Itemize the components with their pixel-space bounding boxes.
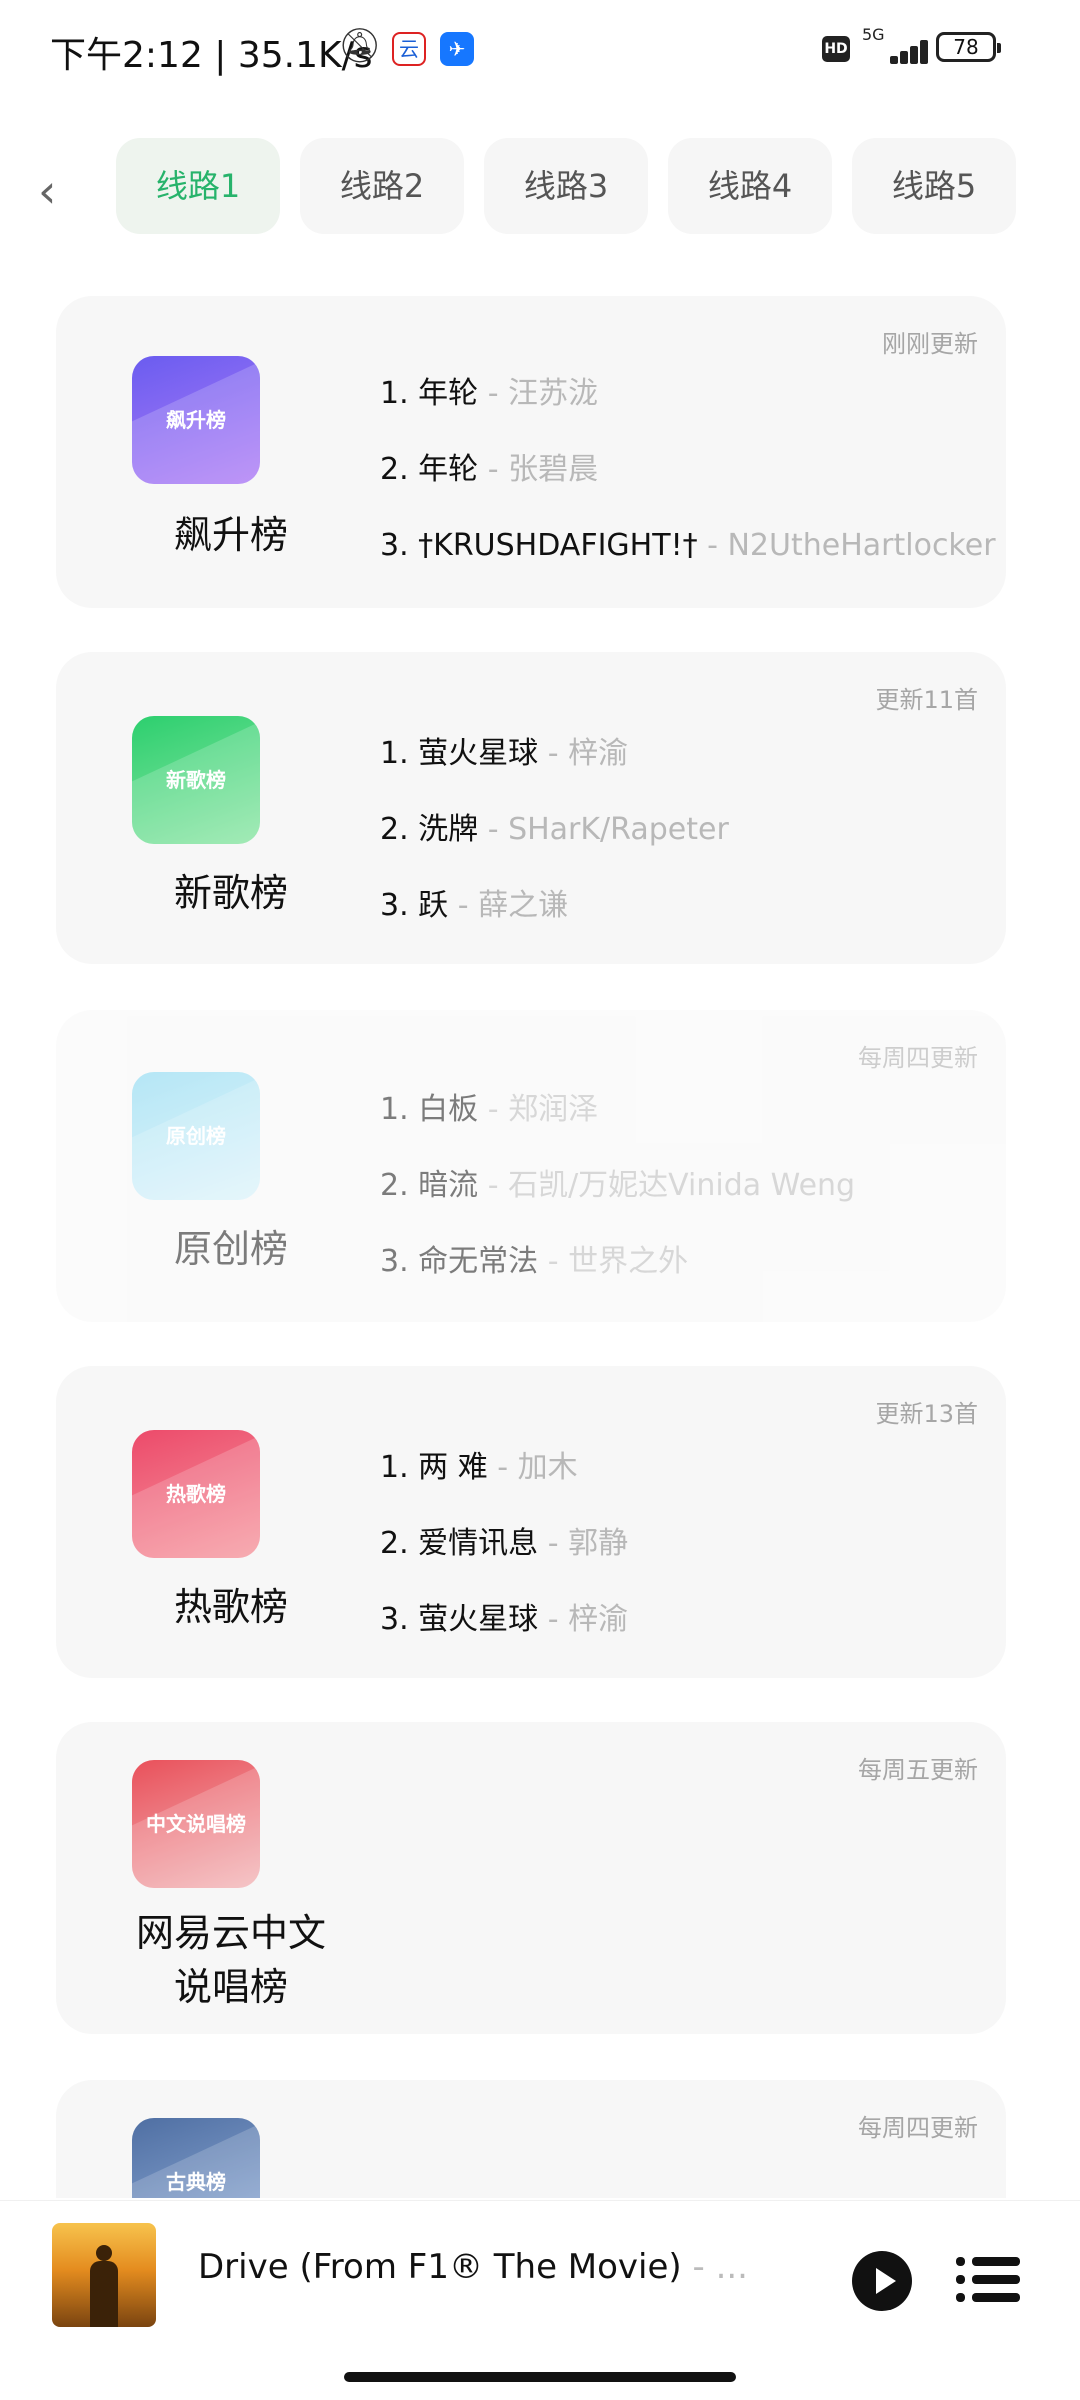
song-item[interactable]: 2. 暗流 - 石凯/万妮达Vinida Weng — [380, 1164, 1000, 1240]
chart-song-list: 1. 萤火星球 - 梓渝 2. 洗牌 - SHarK/Rapeter 3. 跃 … — [380, 732, 1000, 960]
now-playing-title[interactable]: Drive (From F1® The Movie) - ... — [198, 2247, 748, 2287]
chart-card[interactable]: 新歌榜 新歌榜 更新11首 1. 萤火星球 - 梓渝 2. 洗牌 - SHarK… — [56, 652, 1006, 964]
mini-player[interactable]: Drive (From F1® The Movie) - ... — [0, 2200, 1080, 2328]
network-type: 5G — [862, 25, 885, 44]
song-item[interactable]: 1. 年轮 - 汪苏泷 — [380, 372, 1000, 448]
chart-name: 原创榜 — [173, 1227, 288, 1271]
chart-update-text: 每周五更新 — [858, 1756, 978, 1784]
song-item[interactable]: 1. 白板 - 郑润泽 — [380, 1088, 1000, 1164]
chart-cover: 中文说唱榜 — [132, 1760, 260, 1888]
chart-card[interactable]: 飙升榜 飙升榜 刚刚更新 1. 年轮 - 汪苏泷 2. 年轮 - 张碧晨 3. … — [56, 296, 1006, 608]
chart-name: 飙升榜 — [173, 513, 288, 557]
bird-app-icon: ✈ — [440, 32, 474, 66]
song-item[interactable]: 3. †KRUSHDAFIGHT!† - N2UtheHartlocker — [380, 524, 1000, 600]
chart-cover: 古典榜 — [132, 2118, 260, 2198]
back-chevron-icon[interactable]: ‹ — [38, 164, 56, 218]
song-item[interactable]: 3. 萤火星球 - 梓渝 — [380, 1598, 1000, 1674]
chart-update-text: 每周四更新 — [858, 2114, 978, 2142]
album-art[interactable] — [52, 2223, 156, 2327]
song-item[interactable]: 1. 萤火星球 - 梓渝 — [380, 732, 1000, 808]
hd-icon: HD — [822, 36, 850, 62]
route-tabs: ‹ 线路1 线路2 线路3 线路4 线路5 — [0, 138, 1080, 238]
chart-card[interactable]: 热歌榜 热歌榜 更新13首 1. 两 难 - 加木 2. 爱情讯息 - 郭静 3… — [56, 1366, 1006, 1678]
battery-icon: 78 — [936, 32, 1001, 62]
chart-card[interactable]: 原创榜 原创榜 每周四更新 1. 白板 - 郑润泽 2. 暗流 - 石凯/万妮达… — [56, 1010, 1006, 1322]
chart-name: 网易云中文 说唱榜 — [135, 1911, 326, 2009]
tab-route-2[interactable]: 线路2 — [300, 138, 464, 234]
tab-route-3[interactable]: 线路3 — [484, 138, 648, 234]
chart-update-text: 刚刚更新 — [882, 330, 978, 358]
tab-route-4[interactable]: 线路4 — [668, 138, 832, 234]
status-time: 下午2:12 | 35.1K/s — [50, 35, 373, 76]
chart-cover: 飙升榜 — [132, 356, 260, 484]
play-button[interactable] — [852, 2251, 912, 2311]
playlist-icon[interactable] — [956, 2253, 1020, 2305]
chart-card[interactable]: 古典榜 每周四更新 — [56, 2080, 1006, 2198]
chart-name: 热歌榜 — [173, 1585, 288, 1629]
chart-cover: 热歌榜 — [132, 1430, 260, 1558]
song-item[interactable]: 2. 洗牌 - SHarK/Rapeter — [380, 808, 1000, 884]
bell-muted-icon: 🔕︎ — [338, 26, 382, 66]
tab-route-1[interactable]: 线路1 — [116, 138, 280, 234]
chart-song-list: 1. 白板 - 郑润泽 2. 暗流 - 石凯/万妮达Vinida Weng 3.… — [380, 1088, 1000, 1316]
chart-song-list: 1. 两 难 - 加木 2. 爱情讯息 - 郭静 3. 萤火星球 - 梓渝 — [380, 1446, 1000, 1674]
chart-card[interactable]: 中文说唱榜 网易云中文 说唱榜 每周五更新 — [56, 1722, 1006, 2034]
chart-song-list: 1. 年轮 - 汪苏泷 2. 年轮 - 张碧晨 3. †KRUSHDAFIGHT… — [380, 372, 1000, 600]
tab-route-5[interactable]: 线路5 — [852, 138, 1016, 234]
song-item[interactable]: 3. 命无常法 - 世界之外 — [380, 1240, 1000, 1316]
chart-update-text: 更新11首 — [875, 686, 978, 714]
song-item[interactable]: 1. 两 难 - 加木 — [380, 1446, 1000, 1522]
status-bar: 下午2:12 | 35.1K/s 🔕︎ 云 ✈ HD 5G 78 — [0, 0, 1080, 100]
chart-update-text: 更新13首 — [875, 1400, 978, 1428]
song-item[interactable]: 3. 跃 - 薛之谦 — [380, 884, 1000, 960]
chart-cover: 原创榜 — [132, 1072, 260, 1200]
chart-name: 新歌榜 — [173, 871, 288, 915]
chart-update-text: 每周四更新 — [858, 1044, 978, 1072]
home-indicator[interactable] — [344, 2372, 736, 2382]
chart-cover: 新歌榜 — [132, 716, 260, 844]
song-item[interactable]: 2. 爱情讯息 - 郭静 — [380, 1522, 1000, 1598]
app-notification-icon: 云 — [392, 32, 426, 66]
song-item[interactable]: 2. 年轮 - 张碧晨 — [380, 448, 1000, 524]
